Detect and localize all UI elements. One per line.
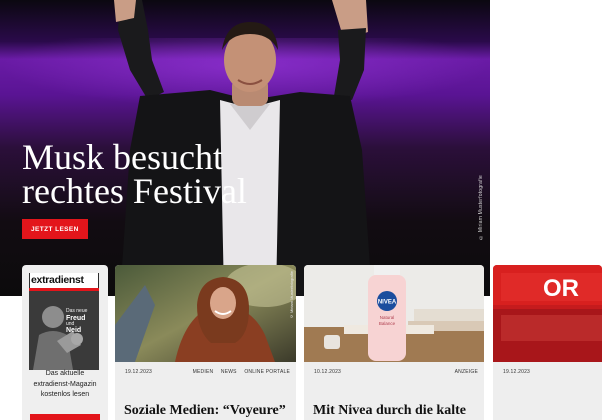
cover-stripe — [29, 288, 99, 291]
card-meta: 19.12.2023 — [503, 369, 596, 375]
cover-brand: extradienst — [30, 273, 98, 288]
product-line: Balance — [379, 321, 396, 326]
hero-teaser[interactable]: © Miriam Musterfotografie Musk besucht r… — [0, 0, 490, 296]
card-date: 19.12.2023 — [125, 369, 153, 375]
photo-credit: © Miriam Musterfotografie — [289, 271, 294, 320]
cover-headline-line: Neid — [66, 327, 82, 334]
card-tags: ANZEIGE — [449, 369, 478, 375]
tag-link[interactable]: MEDIEN — [193, 369, 214, 375]
sponsored-badge: ANZEIGE — [454, 369, 478, 375]
hero-title[interactable]: Musk besucht rechtes Festival — [22, 139, 322, 211]
card-date: 19.12.2023 — [503, 369, 531, 375]
article-image-sign: OR — [493, 265, 602, 362]
magazine-description: Das aktuelle extradienst-Magazin kostenl… — [33, 370, 97, 398]
magazine-cover[interactable]: extradienst Das neue Freud und Neid — [29, 273, 99, 370]
cover-headline: Das neue Freud und Neid — [66, 308, 96, 334]
product-line: Natural — [380, 315, 395, 320]
card-title[interactable]: Soziale Medien: “Voyeure” — [124, 403, 286, 419]
article-card[interactable]: © Miriam Musterfotografie 19.12.2023 MED… — [115, 265, 296, 420]
product-brand: NIVEA — [378, 300, 397, 306]
card-meta: 19.12.2023 MEDIEN NEWS ONLINE PORTALE — [125, 369, 290, 375]
card-date: 10.12.2023 — [314, 369, 342, 375]
article-image-selfie — [115, 265, 296, 362]
magazine-read-button[interactable] — [30, 414, 100, 420]
magazine-card[interactable]: extradienst Das neue Freud und Neid Das … — [22, 265, 108, 420]
hero-title-line-2: rechtes Festival — [22, 171, 247, 211]
read-now-button[interactable]: JETZT LESEN — [22, 219, 88, 239]
sign-text: OR — [543, 275, 579, 302]
article-card[interactable]: NIVEA Natural Balance 10.12.2023 ANZEIGE… — [304, 265, 484, 420]
article-image-product: NIVEA Natural Balance — [304, 265, 484, 362]
card-title[interactable]: Mit Nivea durch die kalte — [313, 403, 466, 419]
photo-credit: © Miriam Musterfotografie — [478, 175, 484, 240]
tag-link[interactable]: ONLINE PORTALE — [244, 369, 290, 375]
card-meta: 10.12.2023 ANZEIGE — [314, 369, 478, 375]
card-tags: MEDIEN NEWS ONLINE PORTALE — [187, 369, 290, 375]
tag-link[interactable]: NEWS — [221, 369, 237, 375]
article-card[interactable]: OR 19.12.2023 — [493, 265, 602, 420]
